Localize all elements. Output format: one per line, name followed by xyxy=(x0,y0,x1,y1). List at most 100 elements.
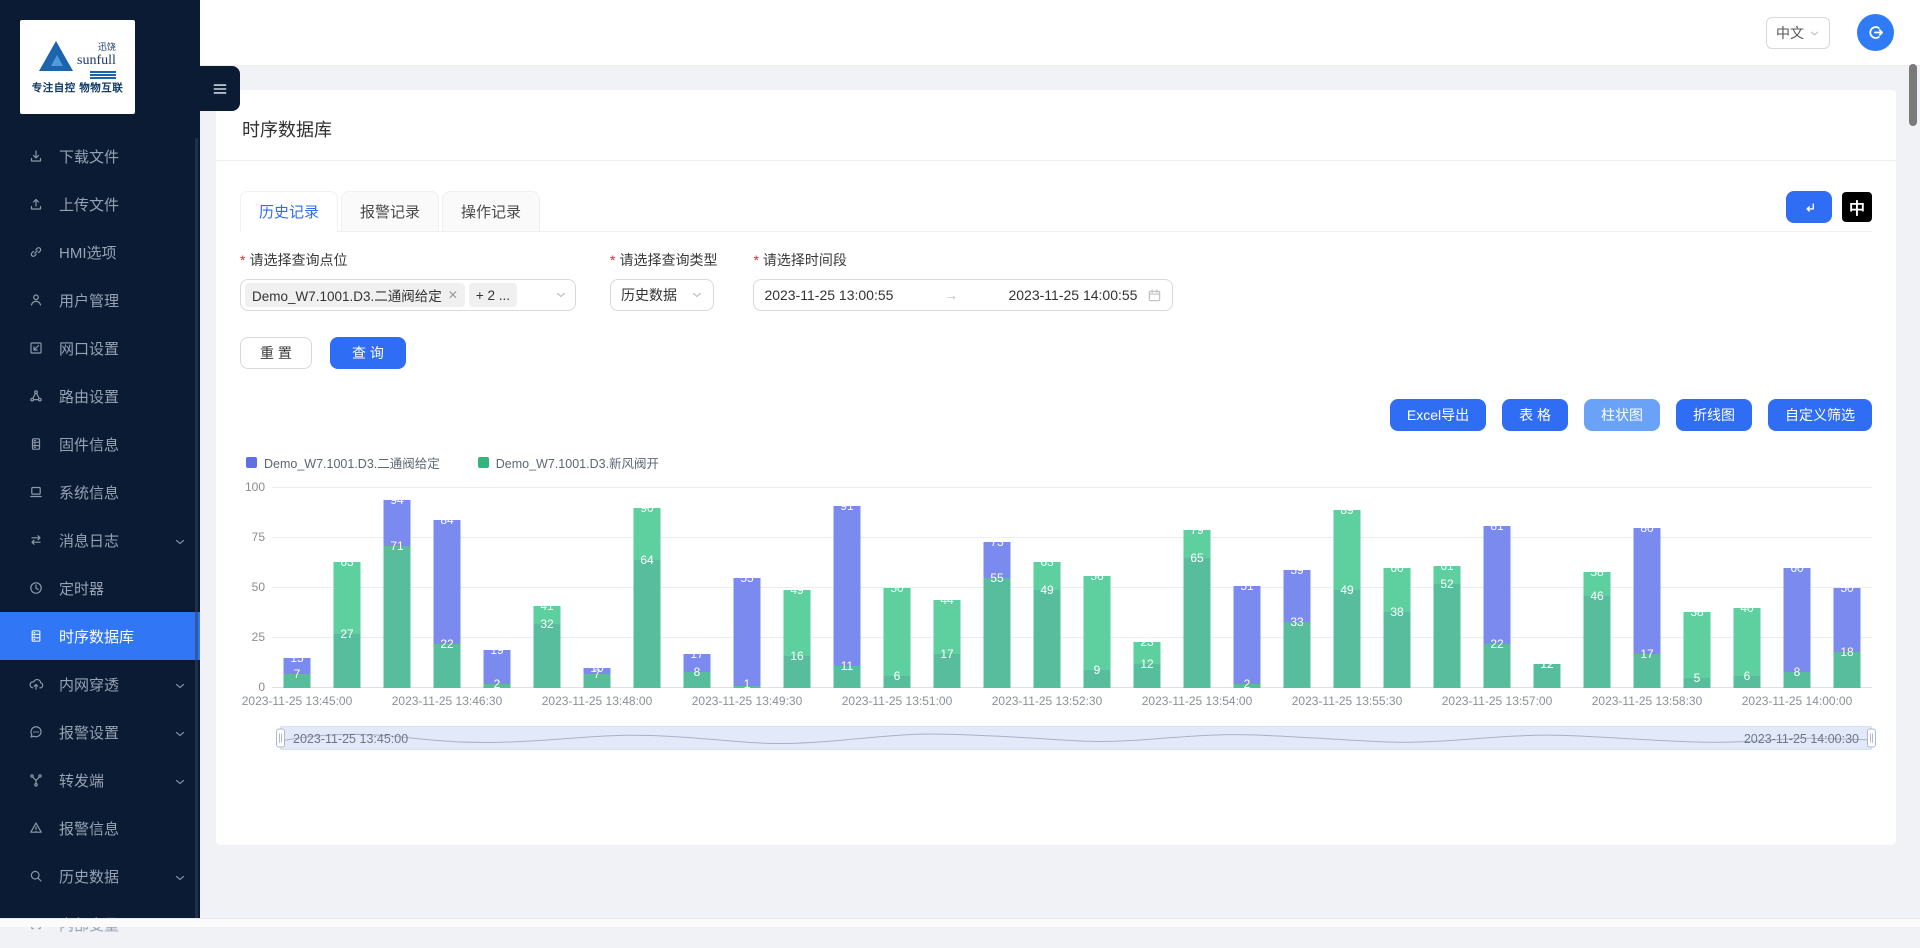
user-avatar[interactable] xyxy=(1857,14,1894,51)
bar-slot-20[interactable]: 5933 xyxy=(1272,488,1322,688)
bar-value-label: 38 xyxy=(1672,605,1722,619)
bar-slot-24[interactable]: 8122 xyxy=(1472,488,1522,688)
bar-slot-22[interactable]: 3860 xyxy=(1372,488,1422,688)
route-icon xyxy=(28,388,44,404)
legend-item-1[interactable]: Demo_W7.1001.D3.新风阀开 xyxy=(478,453,659,472)
bar-slot-3[interactable]: 8422 xyxy=(422,488,472,688)
search-icon xyxy=(28,868,44,884)
bar-value-label: 65 xyxy=(1172,551,1222,565)
bar-slot-12[interactable]: 650 xyxy=(872,488,922,688)
bar-slot-9[interactable]: 551 xyxy=(722,488,772,688)
page-scrollbar[interactable] xyxy=(1909,64,1917,126)
sidebar-item-11[interactable]: 内网穿透 xyxy=(0,660,200,708)
bar-slot-11[interactable]: 9111 xyxy=(822,488,872,688)
bar-slot-25[interactable]: 1212 xyxy=(1522,488,1572,688)
sidebar-item-5[interactable]: 路由设置 xyxy=(0,372,200,420)
bar-slot-6[interactable]: 107 xyxy=(572,488,622,688)
bar-slot-23[interactable]: 5261 xyxy=(1422,488,1472,688)
sidebar-item-13[interactable]: 转发端 xyxy=(0,756,200,804)
bar-slot-28[interactable]: 538 xyxy=(1672,488,1722,688)
sidebar-item-15[interactable]: 历史数据 xyxy=(0,852,200,900)
horizontal-scroll-track[interactable] xyxy=(0,918,1920,927)
bar-slot-4[interactable]: 192 xyxy=(472,488,522,688)
sidebar-item-label: 时序数据库 xyxy=(59,626,134,647)
bar-value-label: 80 xyxy=(1622,521,1672,535)
sidebar-item-14[interactable]: 报警信息 xyxy=(0,804,200,852)
bar-slot-0[interactable]: 157 xyxy=(272,488,322,688)
bar-slot-2[interactable]: 9471 xyxy=(372,488,422,688)
bar-value-label: 17 xyxy=(922,647,972,661)
bar-slot-7[interactable]: 6490 xyxy=(622,488,672,688)
bar-slot-10[interactable]: 1649 xyxy=(772,488,822,688)
bar-value-label: 18 xyxy=(1822,645,1872,659)
time-range-picker[interactable]: 2023-11-25 13:00:55 → 2023-11-25 14:00:5… xyxy=(753,279,1173,311)
bar-value-label: 9 xyxy=(1072,663,1122,677)
remove-tag-icon[interactable]: ✕ xyxy=(448,288,458,302)
sidebar-item-2[interactable]: HMI选项 xyxy=(0,228,200,276)
bar-slot-21[interactable]: 4989 xyxy=(1322,488,1372,688)
bar-slot-31[interactable]: 5018 xyxy=(1822,488,1872,688)
sidebar-scrollbar[interactable] xyxy=(195,138,198,921)
bar-slot-30[interactable]: 608 xyxy=(1772,488,1822,688)
bar-value-label: 49 xyxy=(1322,583,1372,597)
bar-slot-29[interactable]: 640 xyxy=(1722,488,1772,688)
bar-value-label: 38 xyxy=(1372,605,1422,619)
query-point-multiselect[interactable]: Demo_W7.1001.D3.二通阀给定 ✕ + 2 ... xyxy=(240,279,576,311)
chart-action-buttons: Excel导出表 格柱状图折线图自定义筛选 xyxy=(240,399,1872,431)
sidebar-item-6[interactable]: 固件信息 xyxy=(0,420,200,468)
bar-slot-1[interactable]: 2763 xyxy=(322,488,372,688)
sidebar-item-label: 系统信息 xyxy=(59,482,119,503)
sidebar-item-12[interactable]: 报警设置 xyxy=(0,708,200,756)
bar-series2 xyxy=(984,578,1011,688)
bar-slot-14[interactable]: 7355 xyxy=(972,488,1022,688)
tab-history-records[interactable]: 历史记录 xyxy=(240,191,338,231)
sidebar-item-4[interactable]: 网口设置 xyxy=(0,324,200,372)
reset-button[interactable]: 重 置 xyxy=(240,337,312,369)
bar-slot-27[interactable]: 8017 xyxy=(1622,488,1672,688)
bar-slot-8[interactable]: 178 xyxy=(672,488,722,688)
brush-left-handle[interactable] xyxy=(276,729,285,748)
bar-slot-17[interactable]: 1223 xyxy=(1122,488,1172,688)
bar-slot-5[interactable]: 3241 xyxy=(522,488,572,688)
sidebar-item-10[interactable]: 时序数据库 xyxy=(0,612,200,660)
bar-slot-19[interactable]: 512 xyxy=(1222,488,1272,688)
sidebar-item-8[interactable]: 消息日志 xyxy=(0,516,200,564)
chart-action-2[interactable]: 柱状图 xyxy=(1584,399,1660,431)
sidebar-item-3[interactable]: 用户管理 xyxy=(0,276,200,324)
bar-value-label: 55 xyxy=(972,571,1022,585)
chart-action-1[interactable]: 表 格 xyxy=(1502,399,1568,431)
brush-right-handle[interactable] xyxy=(1867,729,1876,748)
chart-zoom-brush[interactable]: 2023-11-25 13:45:00 2023-11-25 14:00:30 xyxy=(280,726,1872,750)
sidebar-item-7[interactable]: 系统信息 xyxy=(0,468,200,516)
return-button[interactable] xyxy=(1786,191,1832,223)
sidebar-item-1[interactable]: 上传文件 xyxy=(0,180,200,228)
bar-value-label: 49 xyxy=(772,583,822,597)
range-end-value[interactable]: 2023-11-25 14:00:55 xyxy=(1008,287,1137,303)
chart-action-4[interactable]: 自定义筛选 xyxy=(1768,399,1872,431)
more-points-tag[interactable]: + 2 ... xyxy=(469,283,517,307)
chart-action-3[interactable]: 折线图 xyxy=(1676,399,1752,431)
time-range-group: * 请选择时间段 2023-11-25 13:00:55 → 2023-11-2… xyxy=(753,250,1173,311)
range-start-value[interactable]: 2023-11-25 13:00:55 xyxy=(764,287,893,303)
sidebar-item-0[interactable]: 下载文件 xyxy=(0,132,200,180)
sidebar-collapse-button[interactable] xyxy=(200,66,240,111)
legend-label: Demo_W7.1001.D3.二通阀给定 xyxy=(264,453,440,472)
query-type-select[interactable]: 历史数据 xyxy=(610,279,714,311)
bar-slot-15[interactable]: 4963 xyxy=(1022,488,1072,688)
chevron-down-icon xyxy=(172,870,184,882)
bar-slot-16[interactable]: 956 xyxy=(1072,488,1122,688)
bar-slot-18[interactable]: 6579 xyxy=(1172,488,1222,688)
bar-slot-26[interactable]: 4658 xyxy=(1572,488,1622,688)
bar-value-label: 64 xyxy=(622,553,672,567)
legend-item-0[interactable]: Demo_W7.1001.D3.二通阀给定 xyxy=(246,453,440,472)
chart-action-0[interactable]: Excel导出 xyxy=(1390,399,1486,431)
sidebar-item-9[interactable]: 定时器 xyxy=(0,564,200,612)
language-select[interactable]: 中文 xyxy=(1766,17,1830,49)
chevron-down-icon xyxy=(691,289,703,301)
bar-value-label: 11 xyxy=(822,659,872,673)
bar-slot-13[interactable]: 1744 xyxy=(922,488,972,688)
tab-alarm-records[interactable]: 报警记录 xyxy=(341,191,439,231)
query-button[interactable]: 查 询 xyxy=(330,337,406,369)
chinese-toggle-button[interactable]: 中 xyxy=(1842,192,1872,222)
tab-operation-records[interactable]: 操作记录 xyxy=(442,191,540,231)
